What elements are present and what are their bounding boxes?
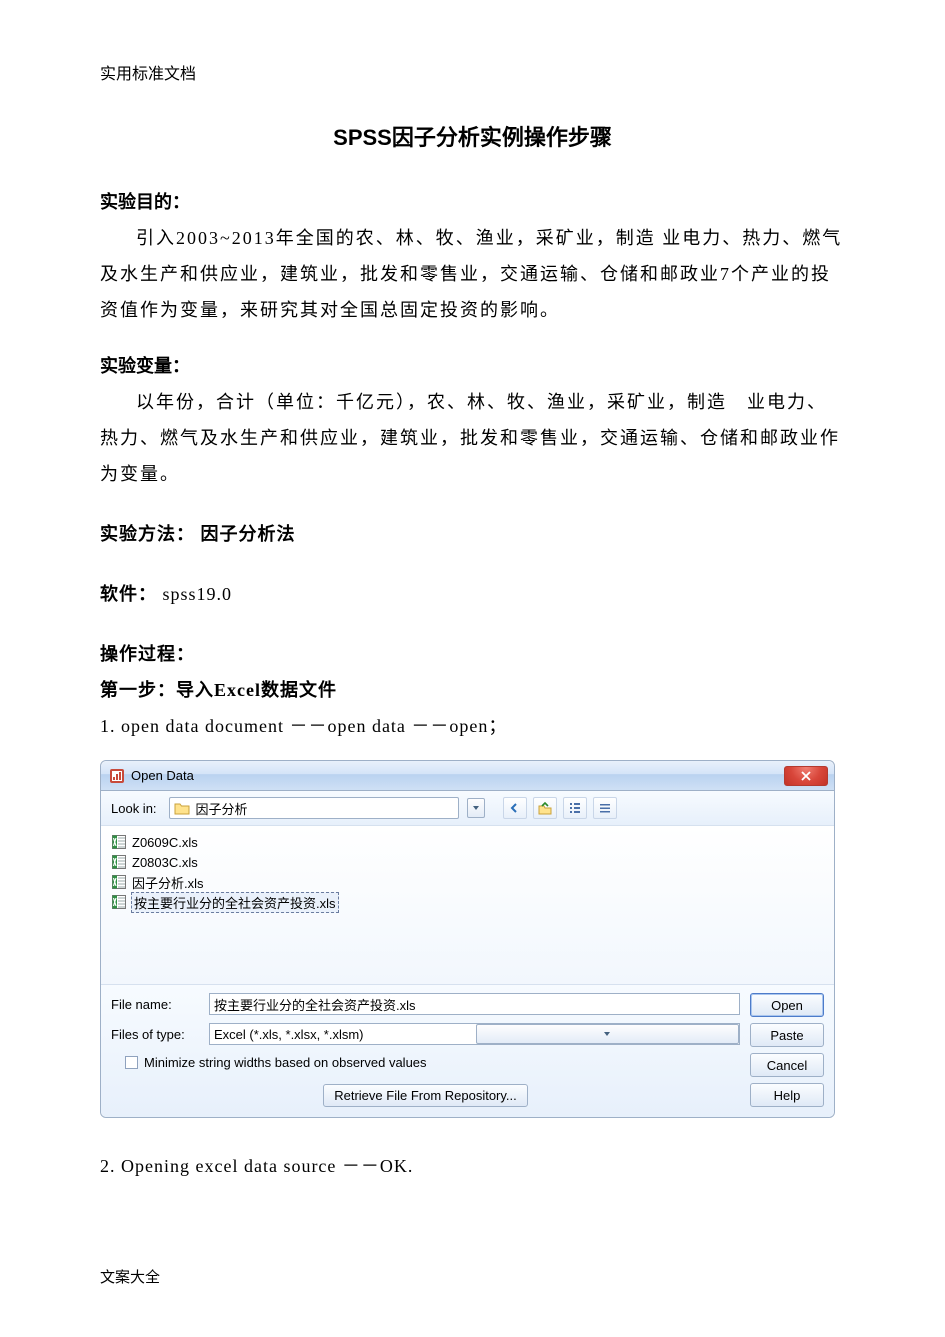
file-name-text: 按主要行业分的全社会资产投资.xls bbox=[131, 892, 339, 913]
dialog-titlebar[interactable]: Open Data bbox=[101, 761, 834, 791]
vars-text: 以年份，合计（单位：千亿元），农、林、牧、渔业，采矿业，制造 业电力、热力、燃气… bbox=[100, 384, 845, 492]
method-line: 实验方法： 因子分析法 bbox=[100, 516, 845, 552]
folder-icon bbox=[174, 801, 190, 815]
file-item[interactable]: 按主要行业分的全社会资产投资.xls bbox=[111, 892, 824, 912]
cancel-button[interactable]: Cancel bbox=[750, 1053, 824, 1077]
method-label: 实验方法： bbox=[100, 524, 195, 544]
chevron-down-icon bbox=[603, 1030, 611, 1038]
file-name-label: File name: bbox=[111, 997, 201, 1012]
software-label: 软件： bbox=[100, 584, 157, 604]
open-data-dialog: Open Data Look in: 因子分析 Z0609C.xls Z0803C… bbox=[100, 760, 835, 1118]
list-view-icon bbox=[568, 801, 582, 815]
file-type-combo[interactable]: Excel (*.xls, *.xlsx, *.xlsm) bbox=[209, 1023, 740, 1045]
close-button[interactable] bbox=[784, 766, 828, 786]
file-name-input[interactable]: 按主要行业分的全社会资产投资.xls bbox=[209, 993, 740, 1015]
excel-file-icon bbox=[111, 874, 127, 890]
file-list[interactable]: Z0609C.xls Z0803C.xls 因子分析.xls按主要行业分的全社会资产… bbox=[101, 825, 834, 985]
look-in-value: 因子分析 bbox=[196, 799, 454, 818]
up-folder-icon bbox=[538, 801, 552, 815]
excel-file-icon bbox=[111, 854, 127, 870]
step1-text: 1. open data document －－open data －－open… bbox=[100, 708, 845, 744]
details-view-button[interactable] bbox=[593, 797, 617, 819]
look-in-combo[interactable]: 因子分析 bbox=[169, 797, 459, 819]
software-value: spss19.0 bbox=[163, 584, 233, 604]
look-in-label: Look in: bbox=[111, 801, 157, 816]
file-type-dropdown-arrow[interactable] bbox=[476, 1024, 740, 1044]
minimize-checkbox[interactable] bbox=[125, 1056, 138, 1069]
chevron-down-icon bbox=[472, 804, 480, 812]
vars-label: 实验变量： bbox=[100, 352, 845, 378]
close-icon bbox=[801, 771, 811, 781]
file-name-text: Z0803C.xls bbox=[131, 855, 199, 870]
method-value: 因子分析法 bbox=[201, 524, 296, 544]
retrieve-repository-button[interactable]: Retrieve File From Repository... bbox=[323, 1084, 528, 1107]
file-name-text: Z0609C.xls bbox=[131, 835, 199, 850]
software-line: 软件： spss19.0 bbox=[100, 576, 845, 612]
document-title: SPSS因子分析实例操作步骤 bbox=[100, 120, 845, 152]
file-item[interactable]: Z0803C.xls bbox=[111, 852, 824, 872]
back-icon bbox=[508, 801, 522, 815]
spss-app-icon bbox=[109, 768, 125, 784]
step1-label: 第一步：导入Excel数据文件 bbox=[100, 672, 845, 708]
open-button[interactable]: Open bbox=[750, 993, 824, 1017]
back-button[interactable] bbox=[503, 797, 527, 819]
file-item[interactable]: 因子分析.xls bbox=[111, 872, 824, 892]
file-type-label: Files of type: bbox=[111, 1027, 201, 1042]
excel-file-icon bbox=[111, 834, 127, 850]
help-button[interactable]: Help bbox=[750, 1083, 824, 1107]
look-in-dropdown-arrow[interactable] bbox=[467, 798, 485, 818]
paste-button[interactable]: Paste bbox=[750, 1023, 824, 1047]
minimize-label: Minimize string widths based on observed… bbox=[144, 1055, 427, 1070]
list-view-button[interactable] bbox=[563, 797, 587, 819]
up-folder-button[interactable] bbox=[533, 797, 557, 819]
file-type-value: Excel (*.xls, *.xlsx, *.xlsm) bbox=[214, 1027, 476, 1042]
excel-file-icon bbox=[111, 894, 127, 910]
process-label: 操作过程： bbox=[100, 636, 845, 672]
file-name-text: 因子分析.xls bbox=[131, 873, 205, 892]
header-note: 实用标准文档 bbox=[100, 60, 845, 84]
purpose-label: 实验目的： bbox=[100, 188, 845, 214]
step2-text: 2. Opening excel data source －－OK. bbox=[100, 1148, 845, 1184]
dialog-title: Open Data bbox=[131, 768, 194, 783]
details-view-icon bbox=[598, 801, 612, 815]
footer-note: 文案大全 bbox=[100, 1266, 160, 1287]
file-item[interactable]: Z0609C.xls bbox=[111, 832, 824, 852]
purpose-text: 引入2003~2013年全国的农、林、牧、渔业，采矿业，制造 业电力、热力、燃气… bbox=[100, 220, 845, 328]
look-in-toolbar: Look in: 因子分析 bbox=[101, 791, 834, 825]
